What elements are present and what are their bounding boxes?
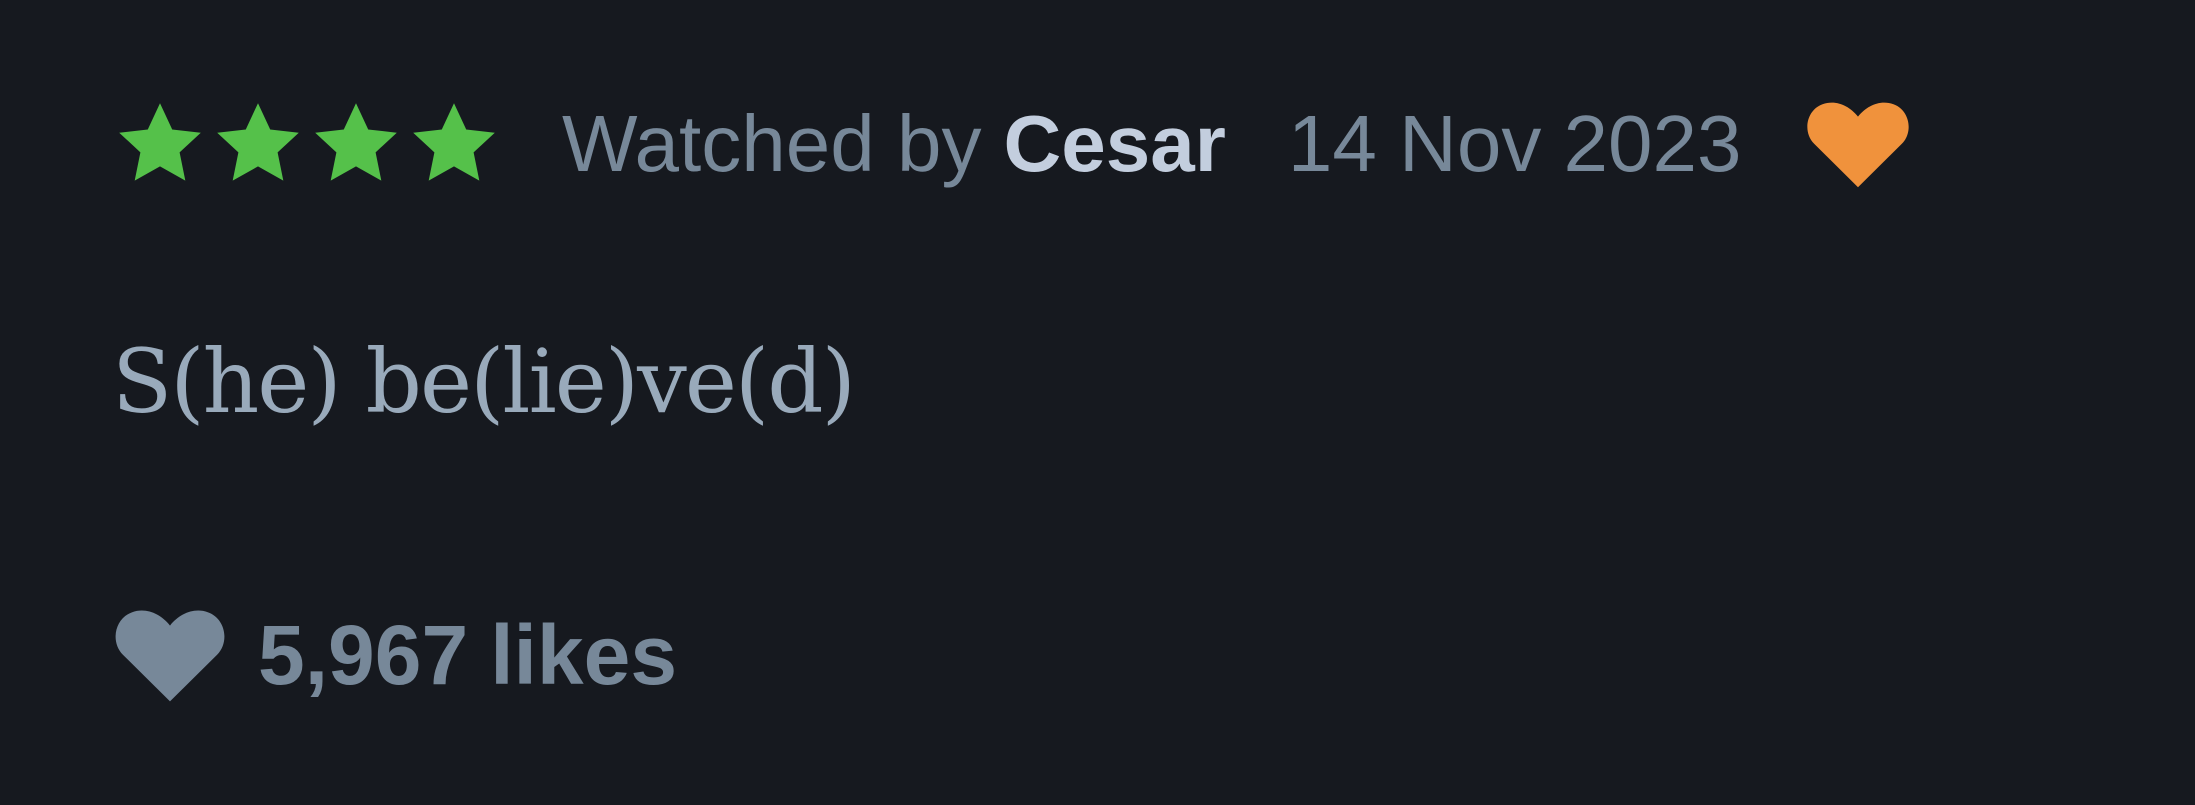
author-link[interactable]: Cesar <box>1003 98 1225 190</box>
likes-button[interactable]: 5,967 likes <box>112 600 677 710</box>
heart-icon <box>1804 96 1912 192</box>
heart-icon[interactable] <box>112 605 228 705</box>
star-rating <box>112 92 504 196</box>
star-icon <box>308 96 404 192</box>
star-icon <box>112 96 208 192</box>
likes-label: likes <box>490 607 678 702</box>
star-icon <box>406 96 502 192</box>
review-card: Watched by Cesar 14 Nov 2023 S(he) be(li… <box>0 0 2195 805</box>
star-icon <box>210 96 306 192</box>
watched-by-label: Watched by <box>562 99 982 188</box>
review-text: S(he) be(lie)ve(d) <box>112 330 856 433</box>
watch-date[interactable]: 14 Nov 2023 <box>1288 98 1742 190</box>
review-meta: Watched by Cesar 14 Nov 2023 <box>112 92 1912 196</box>
likes-count: 5,967 <box>258 607 469 702</box>
